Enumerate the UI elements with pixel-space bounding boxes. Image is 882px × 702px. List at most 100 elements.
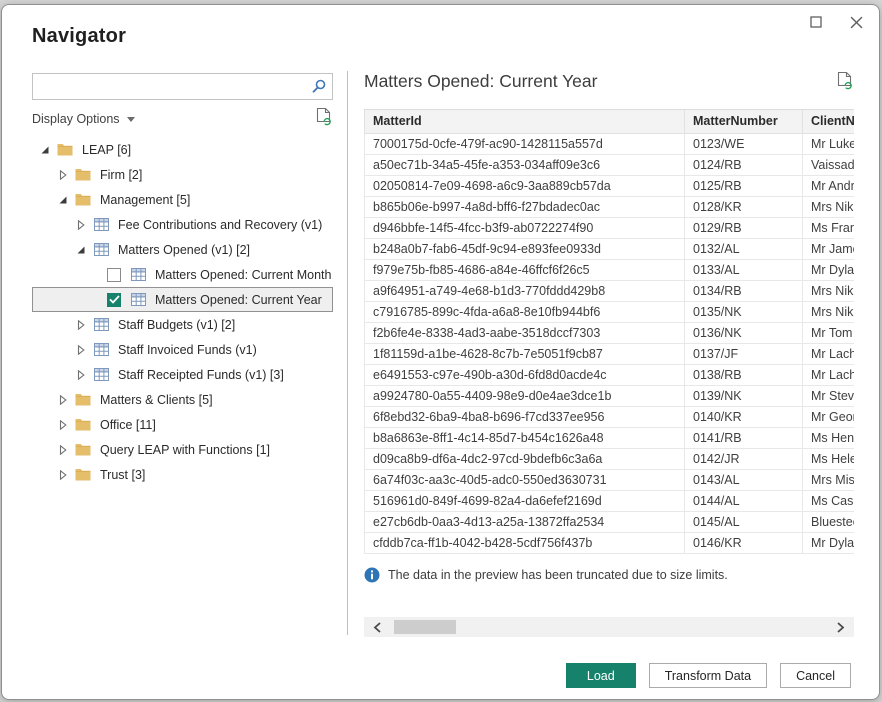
- display-options-dropdown[interactable]: Display Options: [32, 112, 135, 126]
- table-cell: cfddb7ca-ff1b-4042-b428-5cdf756f437b: [365, 532, 685, 553]
- table-cell: d09ca8b9-df6a-4dc2-97cd-9bdefb6c3a6a: [365, 448, 685, 469]
- refresh-preview-icon[interactable]: [316, 107, 333, 131]
- table-cell: b865b06e-b997-4a8d-bff6-f27bdadec0ac: [365, 196, 685, 217]
- expand-icon[interactable]: [73, 342, 89, 358]
- table-row: 6f8ebd32-6ba9-4ba8-b696-f7cd337ee9560140…: [365, 406, 855, 427]
- left-pane: Display Options LEAP [6] Firm [2] Manageme…: [32, 73, 333, 487]
- table-cell: 0123/WE: [685, 133, 803, 154]
- table-row: b865b06e-b997-4a8d-bff6-f27bdadec0ac0128…: [365, 196, 855, 217]
- table-row: f2b6fe4e-8338-4ad3-aabe-3518dccf73030136…: [365, 322, 855, 343]
- table-icon: [130, 267, 146, 283]
- scrollbar-thumb[interactable]: [394, 620, 456, 634]
- tree-item-label: Fee Contributions and Recovery (v1): [118, 218, 330, 232]
- table-cell: 0135/NK: [685, 301, 803, 322]
- close-button[interactable]: [843, 11, 869, 33]
- tree-item[interactable]: Firm [2]: [32, 162, 333, 187]
- table-cell: 0143/AL: [685, 469, 803, 490]
- table-cell: 0129/RB: [685, 217, 803, 238]
- tree-item-label: Matters Opened: Current Year: [155, 293, 330, 307]
- expand-icon[interactable]: [73, 367, 89, 383]
- tree-item[interactable]: Matters Opened (v1) [2]: [32, 237, 333, 262]
- checkbox-checked[interactable]: [107, 293, 121, 307]
- tree-item[interactable]: Management [5]: [32, 187, 333, 212]
- table-icon: [93, 217, 109, 233]
- table-cell: 1f81159d-a1be-4628-8c7b-7e5051f9cb87: [365, 343, 685, 364]
- tree-item[interactable]: Query LEAP with Functions [1]: [32, 437, 333, 462]
- collapse-icon[interactable]: [55, 192, 71, 208]
- table-cell: 0132/AL: [685, 238, 803, 259]
- search-input[interactable]: [39, 75, 301, 98]
- preview-title: Matters Opened: Current Year: [364, 71, 597, 92]
- maximize-icon: [810, 16, 822, 28]
- table-icon: [93, 367, 109, 383]
- tree-item-label: Query LEAP with Functions [1]: [100, 443, 278, 457]
- table-cell: Mr Dylan Vladimir: [803, 532, 855, 553]
- cancel-button[interactable]: Cancel: [780, 663, 851, 688]
- close-icon: [850, 16, 863, 29]
- table-cell: Mr Lachlan Thomas: [803, 364, 855, 385]
- transform-data-button[interactable]: Transform Data: [649, 663, 767, 688]
- search-icon[interactable]: [310, 78, 327, 100]
- tree-item[interactable]: Matters Opened: Current Month: [32, 262, 333, 287]
- folder-icon: [75, 417, 91, 433]
- expand-icon[interactable]: [73, 217, 89, 233]
- table-row: e27cb6db-0aa3-4d13-a25a-13872ffa25340145…: [365, 511, 855, 532]
- tree-item-label: Management [5]: [100, 193, 198, 207]
- collapse-icon[interactable]: [73, 242, 89, 258]
- maximize-button[interactable]: [803, 11, 829, 33]
- search-box: [32, 73, 333, 100]
- tree-item-label: Firm [2]: [100, 168, 150, 182]
- tree-item[interactable]: Trust [3]: [32, 462, 333, 487]
- tree-item-label: Matters & Clients [5]: [100, 393, 221, 407]
- expand-icon[interactable]: [55, 417, 71, 433]
- refresh-table-icon[interactable]: [837, 71, 854, 95]
- load-button[interactable]: Load: [566, 663, 636, 688]
- collapse-icon[interactable]: [37, 142, 53, 158]
- table-cell: a9f64951-a749-4e68-b1d3-770fddd429b8: [365, 280, 685, 301]
- table-row: a9f64951-a749-4e68-b1d3-770fddd429b80134…: [365, 280, 855, 301]
- table-row: 516961d0-849f-4699-82a4-da6efef2169d0144…: [365, 490, 855, 511]
- preview-table: MatterIdMatterNumberClientNameLong 70001…: [364, 110, 854, 554]
- table-cell: a50ec71b-34a5-45fe-a353-034aff09e3c6: [365, 154, 685, 175]
- table-icon: [93, 342, 109, 358]
- table-cell: 0128/KR: [685, 196, 803, 217]
- tree-item-label: Trust [3]: [100, 468, 153, 482]
- column-header: MatterNumber: [685, 110, 803, 133]
- checkbox-unchecked[interactable]: [107, 268, 121, 282]
- preview-table-container: MatterIdMatterNumberClientNameLong 70001…: [364, 109, 854, 554]
- tree-item[interactable]: LEAP [6]: [32, 137, 333, 162]
- table-cell: 0142/JR: [685, 448, 803, 469]
- table-header-row: MatterIdMatterNumberClientNameLong: [365, 110, 855, 133]
- table-row: 7000175d-0cfe-479f-ac90-1428115a557d0123…: [365, 133, 855, 154]
- tree-item[interactable]: Fee Contributions and Recovery (v1): [32, 212, 333, 237]
- scroll-left-icon[interactable]: [364, 617, 390, 637]
- tree-item[interactable]: Staff Invoiced Funds (v1): [32, 337, 333, 362]
- expand-icon[interactable]: [55, 442, 71, 458]
- tree-item[interactable]: Staff Receipted Funds (v1) [3]: [32, 362, 333, 387]
- tree-item[interactable]: Matters & Clients [5]: [32, 387, 333, 412]
- folder-icon: [75, 467, 91, 483]
- scroll-right-icon[interactable]: [828, 617, 854, 637]
- table-cell: 0138/RB: [685, 364, 803, 385]
- tree-item[interactable]: Staff Budgets (v1) [2]: [32, 312, 333, 337]
- expand-icon[interactable]: [55, 467, 71, 483]
- table-row: 6a74f03c-aa3c-40d5-adc0-550ed36307310143…: [365, 469, 855, 490]
- table-cell: f2b6fe4e-8338-4ad3-aabe-3518dccf7303: [365, 322, 685, 343]
- expand-icon[interactable]: [55, 167, 71, 183]
- footer-buttons: Load Transform Data Cancel: [566, 663, 851, 688]
- table-cell: Mr Steve McKenzie: [803, 385, 855, 406]
- tree-item[interactable]: Office [11]: [32, 412, 333, 437]
- tree-item-label: Office [11]: [100, 418, 164, 432]
- expand-icon[interactable]: [55, 392, 71, 408]
- horizontal-scrollbar[interactable]: [364, 617, 854, 637]
- table-icon: [93, 242, 109, 258]
- tree-item-label: LEAP [6]: [82, 143, 139, 157]
- tree-item[interactable]: Matters Opened: Current Year: [32, 287, 333, 312]
- tree-item-label: Staff Budgets (v1) [2]: [118, 318, 243, 332]
- table-cell: b8a6863e-8ff1-4c14-85d7-b454c1626a48: [365, 427, 685, 448]
- truncation-notice: The data in the preview has been truncat…: [364, 567, 854, 583]
- table-row: b8a6863e-8ff1-4c14-85d7-b454c1626a480141…: [365, 427, 855, 448]
- expand-icon[interactable]: [73, 317, 89, 333]
- table-cell: Ms Henrietta Muller: [803, 427, 855, 448]
- truncation-notice-text: The data in the preview has been truncat…: [388, 568, 728, 582]
